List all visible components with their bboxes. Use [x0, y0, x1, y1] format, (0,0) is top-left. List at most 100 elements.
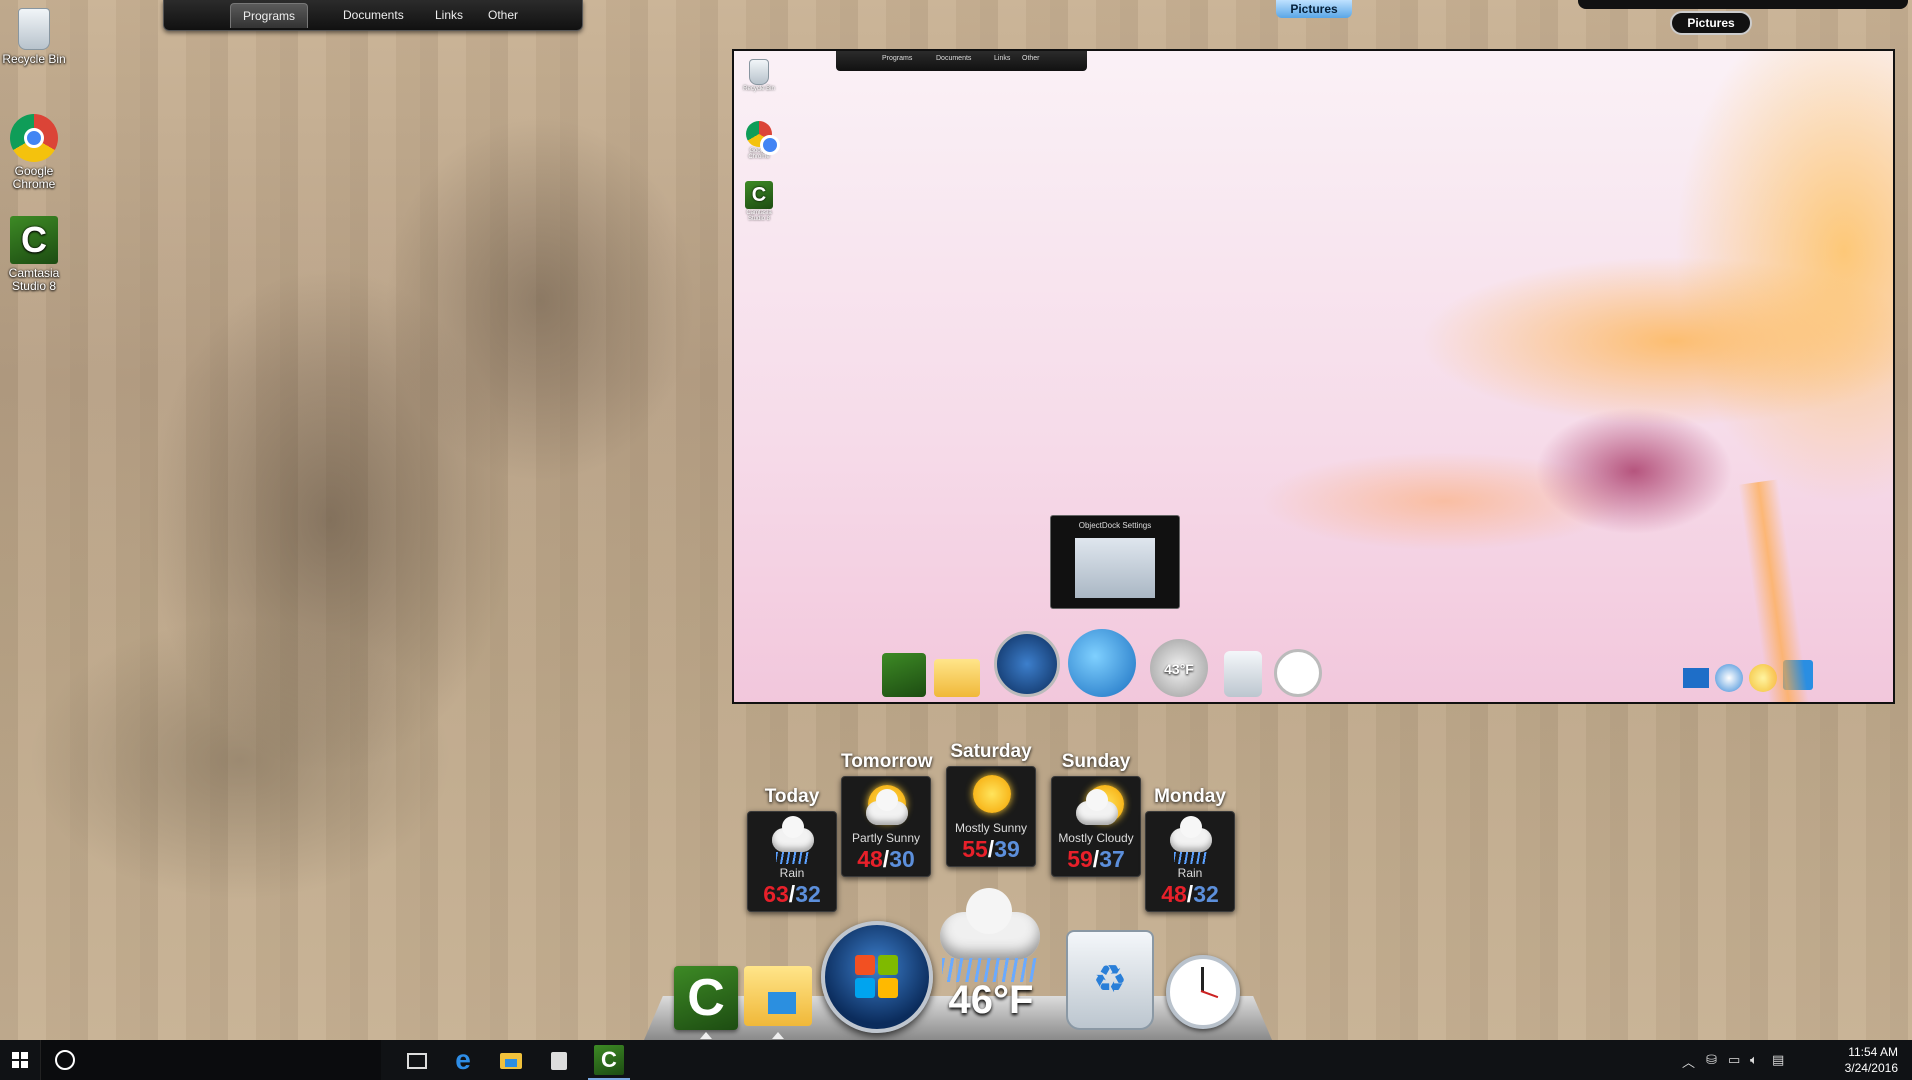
forecast-day-label: Tomorrow — [841, 751, 933, 772]
forecast-condition: Mostly Cloudy — [1058, 831, 1134, 845]
dock-weather-icon[interactable]: 46°F — [932, 888, 1050, 1030]
forecast-temps: 48/32 — [1161, 881, 1219, 907]
tab-programs[interactable]: Programs — [230, 3, 309, 28]
recycle-bin-icon — [749, 59, 769, 85]
windows-logo-icon — [855, 955, 899, 999]
camtasia-icon: C — [745, 181, 773, 209]
mini-dock-temp: 43°F — [1164, 661, 1194, 677]
forecast-card: Rain 48/32 — [1145, 811, 1235, 912]
mini-icon-label: Camtasia Studio 8 — [746, 210, 772, 222]
mini-tab-links: Links — [994, 55, 1011, 62]
desktop-preview-window[interactable]: Programs Documents Links Other Recycle B… — [732, 49, 1895, 704]
desktop-icon-label: Recycle Bin — [2, 52, 66, 66]
mini-tab-documents: Documents — [936, 55, 972, 62]
mini-icon-chrome: Google Chrome — [740, 121, 780, 160]
forecast-monday: Monday Rain 48/32 — [1145, 786, 1235, 912]
start-button[interactable] — [0, 1040, 40, 1080]
forecast-card: Partly Sunny 48/30 — [841, 776, 931, 877]
network-icon — [1783, 660, 1813, 690]
tab-other[interactable]: Other — [476, 3, 530, 27]
store-icon[interactable] — [544, 1045, 574, 1075]
weather-icon: 43°F — [1150, 639, 1208, 697]
forecast-day-label: Today — [764, 786, 820, 807]
forecast-temps: 55/39 — [962, 836, 1020, 862]
forecast-temps: 59/37 — [1067, 846, 1125, 872]
stacks-tab-bar: Programs Documents Links Other — [163, 0, 583, 31]
computer-icon — [1683, 668, 1709, 688]
pictures-tab[interactable]: Pictures — [1276, 0, 1352, 18]
windows-start-orb-icon — [994, 631, 1060, 697]
windows-icon — [12, 1052, 28, 1068]
recycle-bin-icon — [18, 8, 50, 50]
show-hidden-icons-icon[interactable]: ︿ — [1682, 1052, 1695, 1071]
sunny-icon — [963, 773, 1019, 819]
edge-icon[interactable]: e — [448, 1045, 478, 1075]
task-view-icon[interactable] — [400, 1045, 430, 1075]
cortana-search[interactable] — [40, 1040, 381, 1080]
running-indicator — [700, 1032, 712, 1039]
tab-links[interactable]: Links — [423, 3, 475, 27]
mini-dock: 43°F — [882, 629, 1352, 701]
action-center-icon[interactable]: ▤ — [1772, 1052, 1784, 1068]
desktop-icon-google-chrome[interactable]: Google Chrome — [2, 114, 66, 191]
system-tray: ︿ ⛁ ▭ 🔈︎ ▤ 11:54 AM 3/24/2016 — [1662, 1040, 1912, 1080]
dock-clock-icon[interactable] — [1166, 955, 1240, 1029]
objectdock-settings-icon — [1068, 629, 1136, 697]
cortana-icon — [55, 1050, 75, 1070]
settings-thumbnail — [1075, 538, 1155, 598]
camtasia-icon: C — [10, 216, 58, 264]
sun-icon — [1749, 664, 1777, 692]
rain-icon — [1162, 816, 1218, 864]
safari-icon — [1715, 664, 1743, 692]
forecast-today: Today Rain 63/32 — [747, 786, 837, 912]
mini-tray-dock — [1663, 654, 1823, 698]
forecast-condition: Mostly Sunny — [954, 821, 1028, 835]
forecast-card: Mostly Cloudy 59/37 — [1051, 776, 1141, 877]
desktop-icon-label: Camtasia Studio 8 — [8, 266, 60, 293]
partly-sunny-icon — [858, 783, 914, 829]
forecast-temps: 63/32 — [763, 881, 821, 907]
file-explorer-icon — [934, 659, 980, 697]
tab-documents[interactable]: Documents — [331, 3, 416, 27]
network-status-icon[interactable]: ⛁ — [1706, 1052, 1717, 1068]
recycle-bin-icon — [1224, 651, 1262, 697]
forecast-temps: 48/30 — [857, 846, 915, 872]
forecast-condition: Partly Sunny — [851, 831, 921, 845]
forecast-tomorrow: Tomorrow Partly Sunny 48/30 — [841, 751, 933, 877]
rain-icon — [764, 816, 820, 864]
dock-file-explorer-icon[interactable] — [744, 966, 812, 1026]
tooltip-title: ObjectDock Settings — [1078, 521, 1152, 530]
ethernet-icon[interactable]: ▭ — [1728, 1052, 1740, 1068]
forecast-card: Rain 63/32 — [747, 811, 837, 912]
file-explorer-icon[interactable] — [496, 1045, 526, 1075]
taskbar: e C ︿ ⛁ ▭ 🔈︎ ▤ 11:54 AM 3/24/2016 — [0, 1040, 1912, 1080]
pictures-button[interactable]: Pictures — [1670, 11, 1752, 35]
desktop-icon-camtasia[interactable]: C Camtasia Studio 8 — [2, 216, 66, 293]
volume-icon[interactable]: 🔈︎ — [1750, 1052, 1758, 1068]
desktop-icon-recycle-bin[interactable]: Recycle Bin — [2, 8, 66, 66]
dock-windows-start-orb-icon[interactable] — [821, 921, 933, 1033]
clock-icon — [1274, 649, 1322, 697]
current-temperature: 46°F — [948, 978, 1034, 1022]
forecast-saturday: Saturday Mostly Sunny 55/39 — [946, 741, 1036, 867]
dock-camtasia-icon[interactable]: C — [674, 966, 738, 1030]
pictures-bar — [1578, 0, 1908, 9]
mini-tab-other: Other — [1022, 55, 1040, 62]
taskbar-clock[interactable]: 11:54 AM 3/24/2016 — [1845, 1044, 1898, 1076]
cloud-icon — [940, 888, 1040, 960]
mini-icon-camtasia: C Camtasia Studio 8 — [740, 181, 778, 222]
mini-icon-label: Recycle Bin — [743, 86, 775, 92]
forecast-day-label: Saturday — [950, 741, 1032, 762]
time: 11:54 AM — [1848, 1045, 1898, 1059]
objectdock-settings-tooltip[interactable]: ObjectDock Settings — [1050, 515, 1180, 609]
forecast-sunday: Sunday Mostly Cloudy 59/37 — [1051, 751, 1141, 877]
mini-tab-bar: Programs Documents Links Other — [836, 51, 1087, 71]
dock-recycle-bin-icon[interactable]: ♻ — [1066, 930, 1154, 1030]
camtasia-icon[interactable]: C — [588, 1045, 630, 1080]
running-indicator — [772, 1032, 784, 1039]
chrome-icon — [746, 121, 780, 155]
chrome-icon — [10, 114, 58, 162]
camtasia-icon — [882, 653, 926, 697]
date: 3/24/2016 — [1844, 1061, 1898, 1075]
forecast-condition: Rain — [779, 866, 805, 880]
